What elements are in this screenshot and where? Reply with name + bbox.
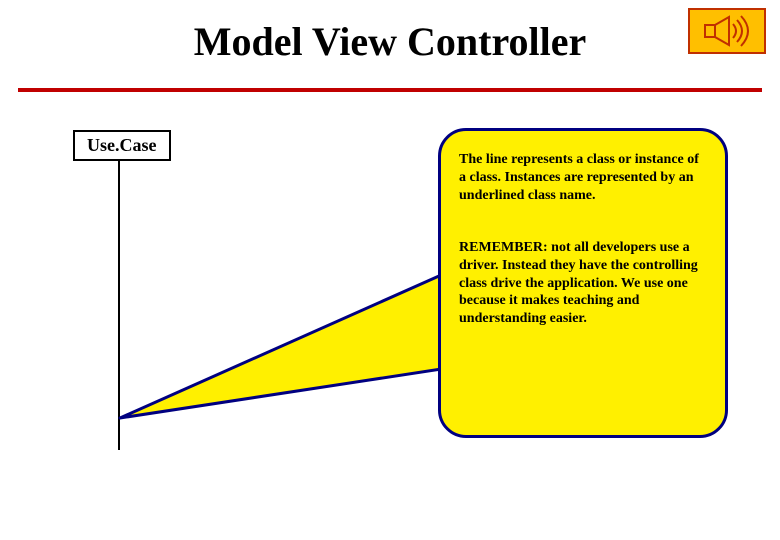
title-underline-rule xyxy=(18,88,762,92)
usecase-class-box: Use.Case xyxy=(73,130,171,161)
slide: Model View Controller Use.Case The line … xyxy=(0,0,780,540)
explanation-callout: The line represents a class or instance … xyxy=(438,128,728,438)
speaker-icon xyxy=(699,14,755,48)
audio-button[interactable] xyxy=(688,8,766,54)
callout-paragraph-1: The line represents a class or instance … xyxy=(459,151,709,205)
slide-title: Model View Controller xyxy=(0,18,780,65)
callout-paragraph-2: REMEMBER: not all developers use a drive… xyxy=(459,239,709,329)
usecase-lifeline xyxy=(118,160,120,450)
callout-tail xyxy=(118,270,448,420)
remember-label: REMEMBER: xyxy=(459,240,548,255)
